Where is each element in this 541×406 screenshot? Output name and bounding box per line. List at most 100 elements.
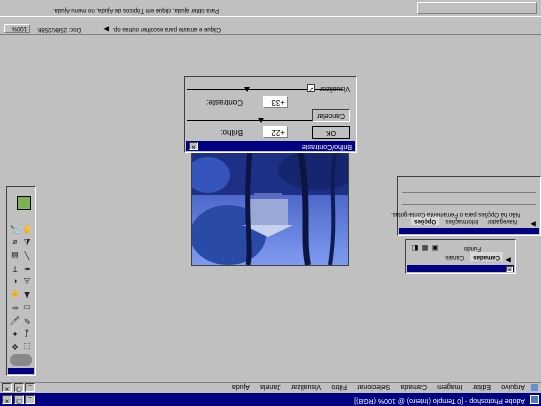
line-tool-icon[interactable]: ╲	[22, 250, 32, 260]
menu-editar[interactable]: Editar	[473, 383, 491, 390]
eraser-tool-icon[interactable]: ▭	[22, 302, 32, 312]
move-tool-icon[interactable]: ✥	[10, 341, 20, 351]
minimize-button[interactable]: _	[25, 395, 35, 404]
magic-wand-tool-icon[interactable]: ✦	[10, 328, 20, 338]
doc-size: Doc: 258K/258K	[37, 26, 81, 32]
restore-button[interactable]: ❐	[14, 395, 24, 404]
menu-selecionar[interactable]: Selecionar	[357, 383, 390, 390]
close-button[interactable]: ✕	[2, 395, 12, 404]
doc-restore-button[interactable]: ❐	[14, 383, 24, 392]
lasso-tool-icon[interactable]: ʆ	[22, 328, 32, 338]
app-titlebar[interactable]: Adobe Photoshop - [0 Templo (Inteiro) @ …	[0, 393, 541, 406]
image-canvas[interactable]	[191, 149, 349, 266]
pencil-tool-icon[interactable]: ✏	[10, 302, 20, 312]
contrast-input[interactable]: +33	[263, 96, 288, 108]
tool-row: ╲▤	[7, 247, 33, 260]
contrast-slider[interactable]	[187, 86, 342, 92]
gradient-tool-icon[interactable]: ▤	[10, 250, 20, 260]
layers-palette-close-button[interactable]: ✕	[506, 266, 513, 272]
contrast-slider-thumb[interactable]	[244, 87, 250, 92]
menu-visualizar[interactable]: Visualizar	[291, 383, 321, 390]
hand-tool-icon[interactable]: ✋	[22, 224, 32, 234]
tool-row: ◬◐	[7, 273, 33, 286]
temple-photo	[191, 149, 348, 265]
layers-menu-arrow-icon[interactable]: ▶	[504, 255, 512, 263]
tab-canais[interactable]: Canais	[442, 252, 468, 261]
palette-menu-arrow-icon[interactable]: ▶	[529, 219, 537, 227]
focus-tool-icon[interactable]: ◬	[22, 276, 32, 286]
tab-informacoes[interactable]: Informações	[442, 216, 482, 225]
contrast-slider-track	[187, 89, 342, 90]
options-divider	[402, 204, 536, 205]
layer-row-label: Fundo	[463, 245, 481, 251]
new-layer-icon[interactable]: ▣	[431, 243, 439, 251]
menu-ajuda[interactable]: Ajuda	[232, 383, 250, 390]
rubber-stamp-tool-icon[interactable]: ♟	[22, 289, 32, 299]
contrast-label: Contraste:	[206, 98, 243, 107]
options-text: Não há Opções para o Ferramenta Conta-go…	[390, 211, 520, 217]
type-tool-icon[interactable]: T	[10, 263, 20, 273]
toolbox-titlebar[interactable]	[8, 368, 34, 374]
foreground-color-swatch[interactable]	[17, 196, 31, 210]
tool-row: ✎🖌	[7, 312, 33, 325]
eyedropper-tool-icon[interactable]: ⌀	[10, 237, 20, 247]
toolbox-logo[interactable]	[10, 354, 32, 366]
brightness-label: Brilho:	[220, 128, 243, 137]
layers-palette-titlebar[interactable]: ✕	[407, 265, 514, 272]
menu-arquivo[interactable]: Arquivo	[501, 383, 525, 390]
zoom-tool-icon[interactable]: 🔍	[10, 224, 20, 234]
tool-row: ʆ✦	[7, 325, 33, 338]
paint-bucket-tool-icon[interactable]: ◭	[22, 237, 32, 247]
preview-label: Visualizar	[319, 85, 350, 92]
zoom-field[interactable]: 100%	[4, 24, 30, 33]
tab-opcoes[interactable]: Opções	[411, 216, 440, 225]
menu-filtro[interactable]: Filtro	[331, 383, 347, 390]
status-bar: 100% Doc: 258K/258K ▶ Clique e arraste p…	[0, 24, 541, 35]
status-arrow-icon[interactable]: ▶	[104, 25, 109, 33]
menu-items: Arquivo Editar Imagem Camada Selecionar …	[224, 383, 525, 392]
options-palette-tabs: Navegador Informações Opções	[410, 216, 520, 227]
help-text: Para obter ajuda, clique em Tópicos de A…	[53, 7, 219, 13]
tab-camadas[interactable]: Camadas	[470, 252, 503, 261]
status-hint: Clique e arraste para escolher outras op…	[112, 26, 221, 32]
tool-row: ◭⌀	[7, 234, 33, 247]
pen-tool-icon[interactable]: ✒	[22, 263, 32, 273]
document-icon	[531, 384, 538, 391]
menu-imagem[interactable]: Imagem	[437, 383, 462, 390]
preview-checkbox[interactable]: ✓	[307, 84, 315, 92]
ok-button[interactable]: OK	[312, 126, 350, 139]
marquee-tool-icon[interactable]: ⬚	[22, 341, 32, 351]
tab-navegador[interactable]: Navegador	[484, 216, 520, 225]
tool-grid: ⬚✥ ʆ✦ ✎🖌 ▭✏ ♟☝ ◬◐ ✒T ╲▤ ◭⌀ ✋🔍	[7, 221, 33, 351]
tool-row: ✋🔍	[7, 221, 33, 234]
layers-palette-tabs: Camadas Canais	[441, 252, 503, 263]
options-palette: Navegador Informações Opções ▶ Não há Op…	[391, 176, 541, 236]
tool-row: ▭✏	[7, 299, 33, 312]
app-title: Adobe Photoshop - [0 Templo (Inteiro) @ …	[354, 397, 525, 404]
tool-row: ⬚✥	[7, 338, 33, 351]
airbrush-tool-icon[interactable]: ✎	[22, 315, 32, 325]
help-bar: Para obter ajuda, clique em Tópicos de A…	[0, 0, 541, 17]
trash-icon[interactable]: ▦	[421, 243, 429, 251]
paintbrush-tool-icon[interactable]: 🖌	[10, 315, 20, 325]
menu-camada[interactable]: Camada	[401, 383, 427, 390]
menu-bar: Arquivo Editar Imagem Camada Selecionar …	[0, 382, 541, 393]
dialog-titlebar[interactable]: Brilho/Contraste ✕	[186, 141, 355, 151]
dialog-close-button[interactable]: ✕	[189, 142, 198, 150]
options-palette-titlebar[interactable]	[399, 228, 539, 234]
toning-tool-icon[interactable]: ◐	[10, 276, 20, 286]
smudge-tool-icon[interactable]: ☝	[10, 289, 20, 299]
doc-minimize-button[interactable]: _	[25, 383, 35, 392]
dialog-title: Brilho/Contraste	[301, 143, 352, 150]
brightness-slider-thumb[interactable]	[258, 118, 264, 123]
doc-close-button[interactable]: ✕	[2, 383, 12, 392]
tool-row: ♟☝	[7, 286, 33, 299]
brightness-contrast-dialog: Brilho/Contraste ✕ Brilho: +22 Contraste…	[184, 76, 357, 153]
app-icon	[530, 395, 539, 404]
help-panel	[417, 2, 537, 14]
brightness-input[interactable]: +22	[263, 126, 288, 138]
menu-janela[interactable]: Janela	[260, 383, 281, 390]
cancel-button[interactable]: Cancelar	[312, 109, 350, 122]
layer-row[interactable]: Fundo ▣ ▦ ◧	[408, 242, 511, 252]
mask-icon[interactable]: ◧	[411, 243, 419, 251]
